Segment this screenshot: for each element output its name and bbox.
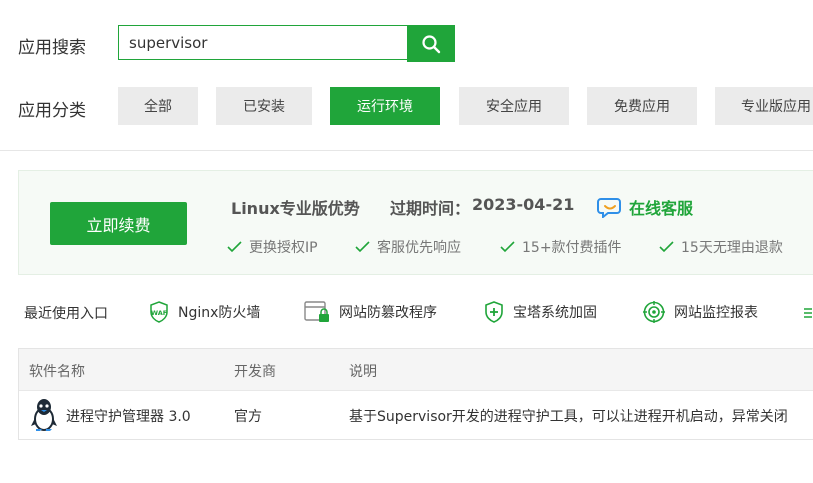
recent-item-label: 网站防篡改程序	[339, 305, 437, 321]
expire-date: 2023-04-21	[472, 195, 575, 214]
feature-item: 15+款付费插件	[500, 237, 622, 257]
feature-label: 客服优先响应	[377, 240, 461, 256]
waf-shield-icon: WAF	[150, 301, 168, 323]
category-runtime-button[interactable]: 运行环境	[330, 87, 440, 125]
search-icon	[422, 34, 441, 53]
category-security-button[interactable]: 安全应用	[459, 87, 569, 125]
category-free-button[interactable]: 免费应用	[587, 87, 697, 125]
expire-label: 过期时间：	[390, 199, 471, 218]
software-description: 基于Supervisor开发的进程守护工具，可以让进程开机启动，异常关闭	[349, 409, 788, 425]
check-icon	[500, 241, 515, 253]
more-entries-icon[interactable]	[800, 303, 813, 327]
browser-lock-icon	[304, 301, 329, 322]
software-vendor: 官方	[234, 409, 262, 425]
table-header	[19, 349, 813, 391]
svg-text:WAF: WAF	[151, 309, 167, 317]
promo-title: Linux专业版优势	[231, 199, 360, 218]
shield-plus-icon	[485, 301, 503, 323]
feature-item: 15天无理由退款	[659, 237, 783, 257]
recent-entries-title: 最近使用入口	[24, 306, 108, 322]
category-pro-button[interactable]: 专业版应用	[715, 87, 813, 125]
feature-label: 15天无理由退款	[681, 240, 783, 256]
table-row-icon	[29, 398, 59, 436]
search-button[interactable]	[407, 25, 455, 62]
column-header-vendor: 开发商	[234, 364, 276, 380]
recent-site-monitor[interactable]: 网站监控报表	[642, 298, 758, 326]
search-label: 应用搜索	[18, 38, 86, 58]
feature-item: 客服优先响应	[355, 237, 461, 257]
column-header-name: 软件名称	[29, 364, 85, 380]
recent-item-label: 宝塔系统加固	[513, 305, 597, 321]
feature-item: 更换授权IP	[227, 237, 318, 257]
software-name-link[interactable]: 进程守护管理器 3.0	[66, 406, 191, 426]
search-input-wrapper[interactable]	[118, 25, 427, 60]
feature-label: 15+款付费插件	[522, 240, 622, 256]
linux-penguin-icon	[31, 399, 57, 431]
recent-nginx-firewall[interactable]: WAF Nginx防火墙	[148, 298, 260, 326]
recent-system-hardening[interactable]: 宝塔系统加固	[483, 298, 597, 326]
online-service-link[interactable]: 在线客服	[597, 195, 693, 219]
online-service-label: 在线客服	[629, 199, 694, 218]
column-header-description: 说明	[349, 364, 377, 380]
recent-item-label: Nginx防火墙	[178, 305, 261, 321]
search-input[interactable]	[119, 26, 427, 59]
recent-tamper-proof[interactable]: 网站防篡改程序	[303, 298, 437, 326]
section-divider	[0, 150, 813, 151]
monitor-target-icon	[643, 301, 665, 323]
check-icon	[355, 241, 370, 253]
category-all-button[interactable]: 全部	[118, 87, 198, 125]
feature-label: 更换授权IP	[249, 240, 318, 256]
chat-bubble-icon	[597, 198, 621, 218]
category-label: 应用分类	[18, 101, 86, 121]
recent-item-label: 网站监控报表	[674, 305, 758, 321]
renew-button[interactable]: 立即续费	[50, 202, 187, 245]
category-installed-button[interactable]: 已安装	[216, 87, 312, 125]
check-icon	[227, 241, 242, 253]
check-icon	[659, 241, 674, 253]
